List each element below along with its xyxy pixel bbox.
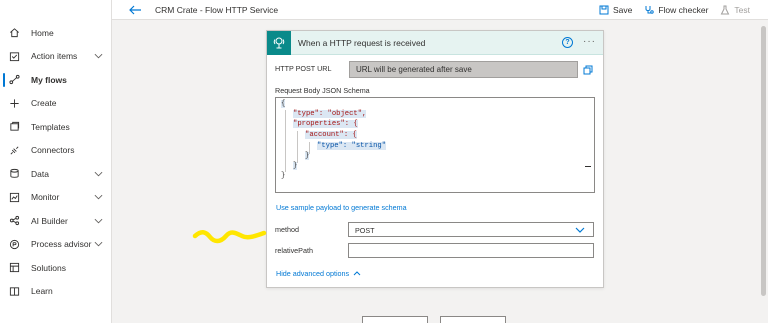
relative-path-input[interactable] xyxy=(348,243,594,258)
json-schema-editor[interactable]: { "type": "object", "properties": { "acc… xyxy=(275,97,595,193)
nav-label: Create xyxy=(31,98,57,109)
nav-label: Monitor xyxy=(31,192,60,203)
card-header[interactable]: When a HTTP request is received ? ··· xyxy=(267,30,603,55)
new-step-button[interactable] xyxy=(362,316,428,323)
nav-label: Templates xyxy=(31,121,70,132)
flows-icon xyxy=(8,74,20,86)
copy-icon[interactable] xyxy=(583,65,593,75)
method-label: method xyxy=(275,225,299,234)
toolbar: Save Flow checker Test xyxy=(599,0,750,20)
learn-icon xyxy=(8,285,20,297)
text-cursor xyxy=(585,166,591,167)
indent-guide xyxy=(285,110,286,172)
save-button[interactable]: Save xyxy=(599,5,632,15)
nav-label: Learn xyxy=(31,286,53,297)
nav-label: AI Builder xyxy=(31,215,68,226)
chevron-down-icon[interactable] xyxy=(94,171,103,177)
nav-create[interactable]: Create xyxy=(0,92,111,116)
nav-templates[interactable]: Templates xyxy=(0,115,111,139)
code-line: } xyxy=(293,162,298,170)
scrollbar-thumb[interactable] xyxy=(761,26,766,296)
data-icon xyxy=(8,168,20,180)
nav-label: Home xyxy=(31,27,54,38)
flow-checker-button[interactable]: Flow checker xyxy=(644,5,708,15)
save-icon xyxy=(599,5,609,15)
solutions-icon xyxy=(8,262,20,274)
nav-monitor[interactable]: Monitor xyxy=(0,186,111,210)
left-nav: Home Action items My flows Create Templa… xyxy=(0,0,112,323)
http-trigger-card: When a HTTP request is received ? ··· HT… xyxy=(266,30,604,288)
flask-icon xyxy=(721,5,730,15)
nav-learn[interactable]: Learn xyxy=(0,280,111,304)
save-bottom-button[interactable] xyxy=(440,316,506,323)
nav-process-advisor[interactable]: Process advisor xyxy=(0,233,111,257)
chevron-up-icon xyxy=(353,271,361,276)
nav-connectors[interactable]: Connectors xyxy=(0,139,111,163)
sample-payload-link[interactable]: Use sample payload to generate schema xyxy=(276,203,407,212)
code-line: "properties": { xyxy=(293,120,358,128)
action-items-icon xyxy=(8,50,20,62)
monitor-icon xyxy=(8,191,20,203)
nav-my-flows[interactable]: My flows xyxy=(0,68,111,92)
chevron-down-icon[interactable] xyxy=(94,218,103,224)
help-icon[interactable]: ? xyxy=(562,37,573,48)
nav-label: Action items xyxy=(31,51,78,62)
nav-label: Data xyxy=(31,168,49,179)
chevron-down-icon xyxy=(575,227,585,233)
home-icon xyxy=(8,27,20,39)
code-line: } xyxy=(281,172,286,180)
test-button[interactable]: Test xyxy=(720,5,750,15)
indent-guide xyxy=(297,131,298,163)
code-line: "account": { xyxy=(305,131,357,139)
nav-action-items[interactable]: Action items xyxy=(0,45,111,69)
more-options-icon[interactable]: ··· xyxy=(583,36,596,47)
card-title: When a HTTP request is received xyxy=(298,37,426,48)
chevron-down-icon[interactable] xyxy=(94,241,103,247)
test-label: Test xyxy=(734,5,750,15)
nav-label: Process advisor xyxy=(31,239,92,250)
process-advisor-icon xyxy=(8,238,20,250)
relative-path-label: relativePath xyxy=(275,246,313,255)
back-arrow-icon[interactable] xyxy=(128,4,142,16)
http-post-url-label: HTTP POST URL xyxy=(275,64,332,73)
code-line: } xyxy=(305,152,310,160)
code-line: "type": "string" xyxy=(317,142,387,150)
code-line: "type": "object", xyxy=(293,110,367,118)
method-value: POST xyxy=(355,226,375,235)
ai-builder-icon xyxy=(8,215,20,227)
nav-ai-builder[interactable]: AI Builder xyxy=(0,209,111,233)
flow-title: CRM Crate - Flow HTTP Service xyxy=(155,4,279,15)
nav-label: Connectors xyxy=(31,145,75,156)
stethoscope-icon xyxy=(645,6,655,14)
method-dropdown[interactable]: POST xyxy=(348,222,594,237)
chevron-down-icon[interactable] xyxy=(94,194,103,200)
annotation-squiggle xyxy=(192,230,267,244)
hide-advanced-label: Hide advanced options xyxy=(276,269,350,278)
flow-checker-label: Flow checker xyxy=(658,5,709,15)
code-line: { xyxy=(281,100,286,108)
save-label: Save xyxy=(612,5,633,15)
nav-label: My flows xyxy=(31,74,67,85)
nav-data[interactable]: Data xyxy=(0,162,111,186)
plus-icon xyxy=(8,97,20,109)
hide-advanced-options-link[interactable]: Hide advanced options xyxy=(276,269,361,278)
top-bar: CRM Crate - Flow HTTP Service Save Flow … xyxy=(112,0,768,20)
http-post-url-field: URL will be generated after save xyxy=(349,61,578,78)
chevron-down-icon[interactable] xyxy=(94,53,103,59)
nav-label: Solutions xyxy=(31,262,66,273)
nav-solutions[interactable]: Solutions xyxy=(0,256,111,280)
nav-home[interactable]: Home xyxy=(0,21,111,45)
templates-icon xyxy=(8,121,20,133)
schema-label: Request Body JSON Schema xyxy=(275,86,370,95)
connectors-icon xyxy=(8,144,20,156)
http-request-icon xyxy=(267,30,291,55)
